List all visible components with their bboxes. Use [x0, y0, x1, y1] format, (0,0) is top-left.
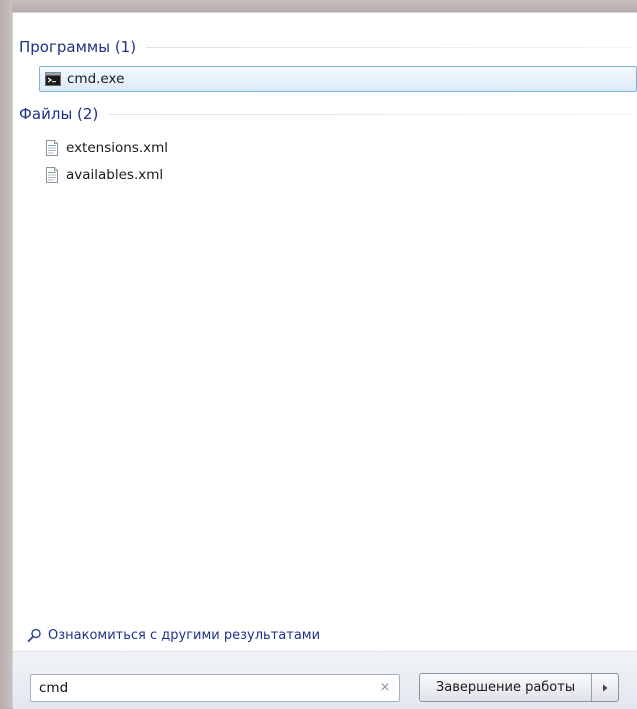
result-item-label: extensions.xml: [66, 140, 169, 156]
result-item-cmd[interactable]: cmd.exe: [39, 66, 637, 92]
group-header-programs: Программы (1): [19, 37, 631, 57]
window-frame-top: [0, 0, 637, 12]
group-divider: [146, 46, 631, 48]
see-more-results-link[interactable]: Ознакомиться с другими результатами: [27, 626, 320, 644]
group-title-files: Файлы (2): [19, 105, 99, 123]
window-frame-left: [0, 0, 12, 708]
result-item-extensions-xml[interactable]: extensions.xml: [39, 135, 168, 161]
start-menu-search-results: Программы (1) cmd.exe Файлы (2) extensio…: [12, 12, 637, 709]
result-item-availables-xml[interactable]: availables.xml: [39, 162, 163, 188]
chevron-right-icon: [603, 684, 608, 691]
result-item-label: availables.xml: [66, 167, 164, 183]
search-input[interactable]: [31, 675, 369, 701]
shutdown-control: Завершение работы: [419, 673, 619, 702]
see-more-results-label: Ознакомиться с другими результатами: [48, 627, 321, 643]
search-box: ×: [30, 674, 400, 702]
xml-file-icon: [46, 140, 58, 156]
group-title-programs: Программы (1): [19, 38, 137, 56]
clear-search-icon[interactable]: ×: [377, 680, 393, 696]
cmd-icon: [45, 72, 61, 86]
shutdown-button[interactable]: Завершение работы: [420, 674, 591, 701]
shutdown-options-button[interactable]: [591, 674, 618, 701]
group-divider: [108, 113, 631, 115]
result-item-label: cmd.exe: [67, 71, 125, 87]
start-menu-bottom-bar: × Завершение работы: [13, 651, 637, 709]
group-header-files: Файлы (2): [19, 104, 631, 124]
xml-file-icon: [46, 167, 58, 183]
search-icon: [27, 628, 41, 642]
